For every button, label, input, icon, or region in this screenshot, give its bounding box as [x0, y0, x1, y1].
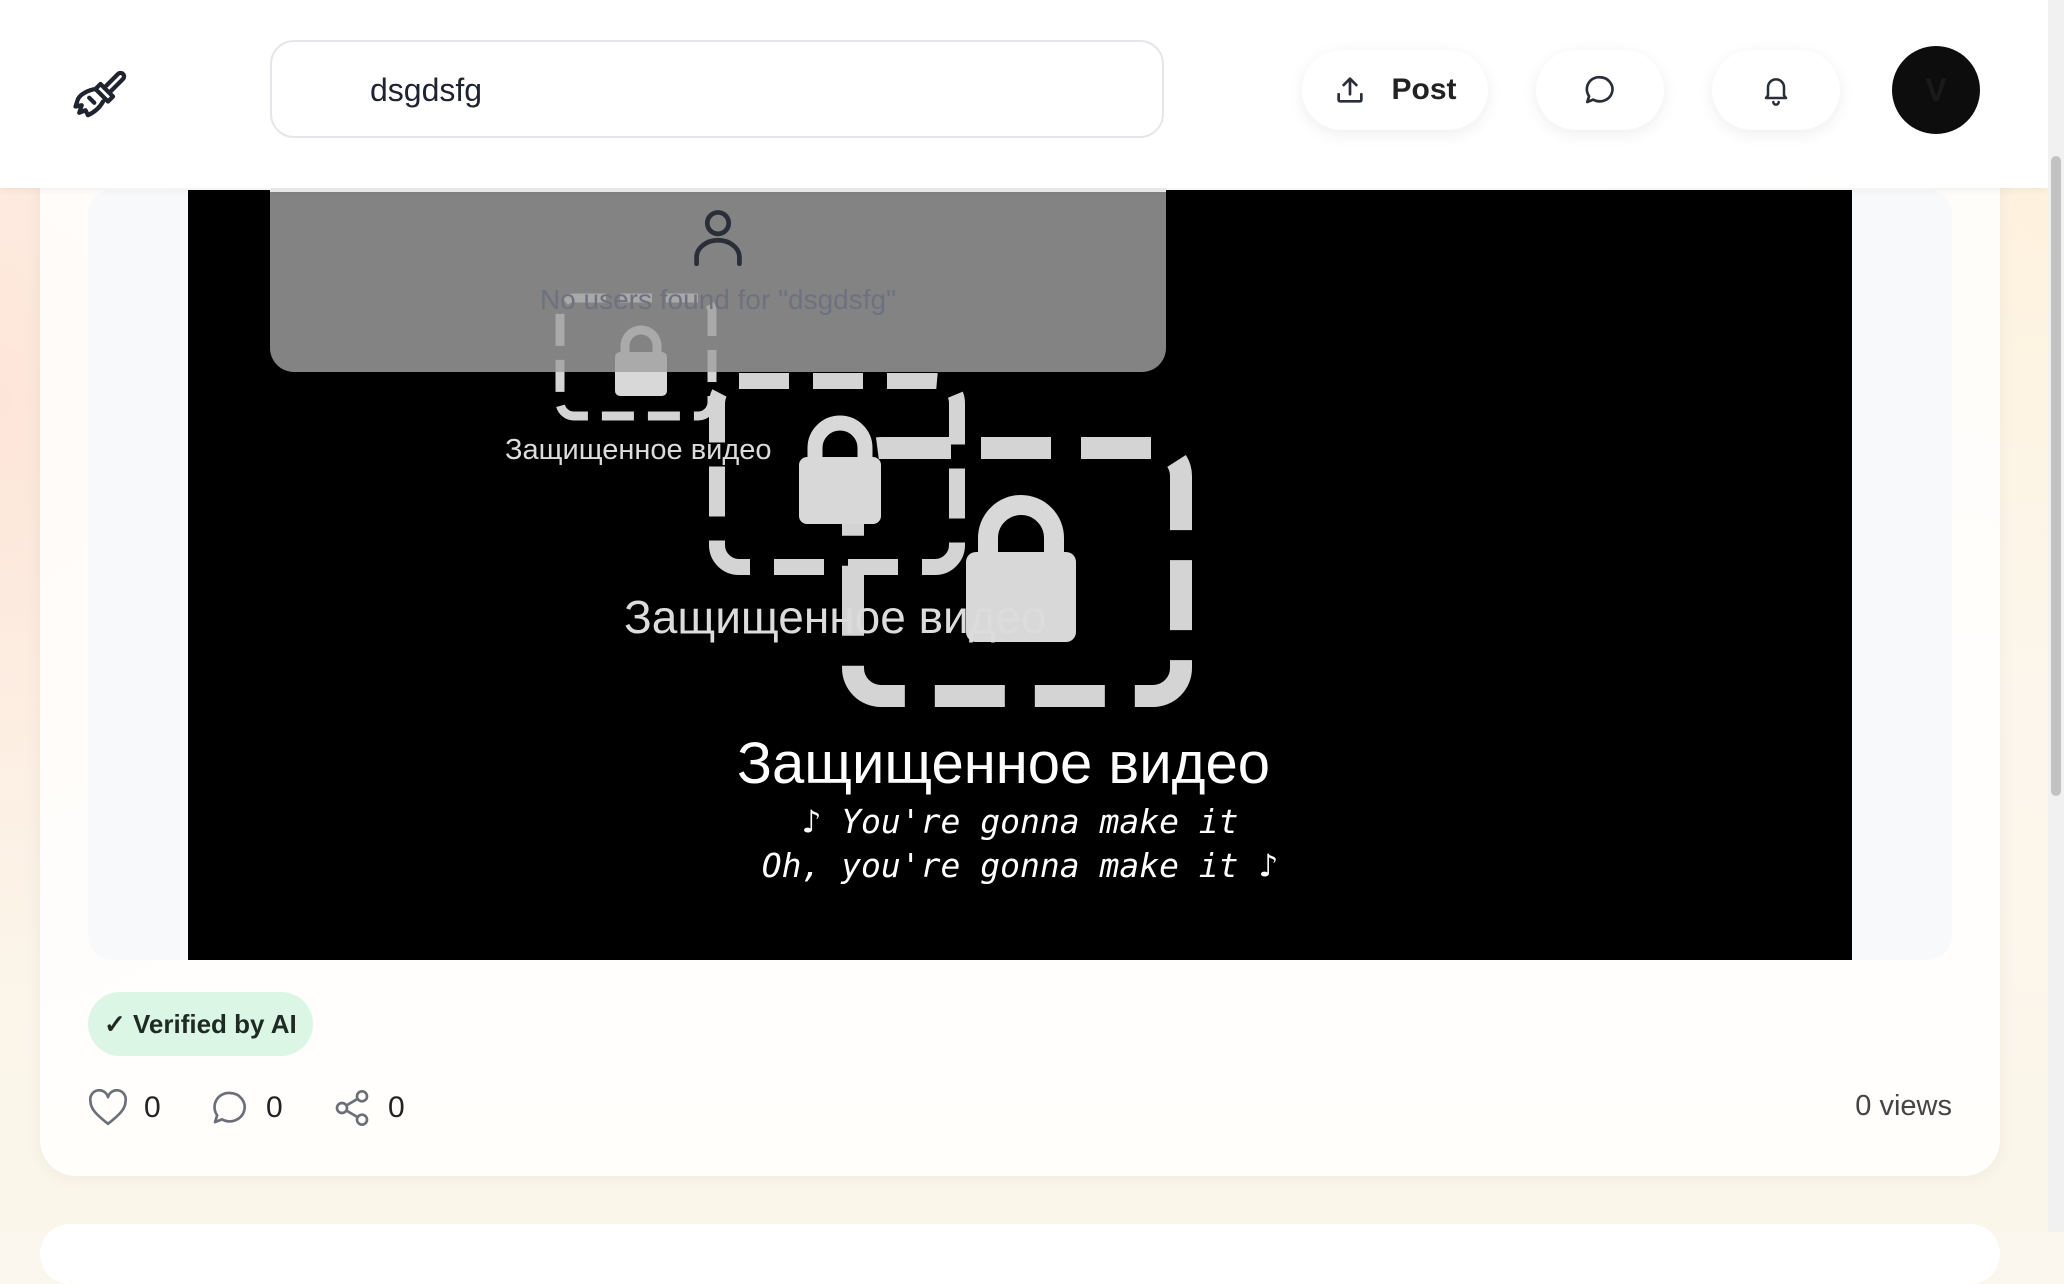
upload-icon [1337, 77, 1364, 103]
heart-icon [88, 1089, 128, 1126]
notifications-button[interactable] [1712, 50, 1840, 130]
like-button[interactable]: 0 [88, 1084, 161, 1132]
lock-icon [799, 415, 881, 524]
avatar[interactable]: V [1892, 46, 1980, 134]
share-count: 0 [388, 1091, 405, 1124]
post-button[interactable]: Post [1302, 50, 1488, 130]
view-count: 0 views [1855, 1090, 1952, 1122]
scrollbar-thumb[interactable] [2051, 156, 2061, 796]
paintbrush-icon[interactable] [68, 64, 128, 124]
subtitle-line-2: Oh, you're gonna make it ♪ [761, 846, 1279, 885]
share-icon [335, 1090, 369, 1126]
messages-button[interactable] [1536, 50, 1664, 130]
top-navigation-bar: Post V [0, 0, 2048, 188]
share-button[interactable]: 0 [332, 1084, 405, 1132]
verified-badge: ✓ Verified by AI [88, 992, 313, 1056]
search-box[interactable] [270, 40, 1164, 138]
comment-icon [213, 1091, 246, 1124]
next-post-card [40, 1224, 2000, 1284]
protected-video-label-medium: Защищенное видео [624, 591, 1047, 643]
protected-video-label-large: Защищенное видео [737, 731, 1270, 796]
search-results-dropdown: No users found for "dsgdsfg" [270, 156, 1166, 372]
chat-icon [1585, 75, 1614, 104]
search-input[interactable] [368, 64, 1132, 116]
post-button-label: Post [1391, 73, 1457, 106]
comment-button[interactable]: 0 [210, 1084, 283, 1132]
bell-icon [1764, 78, 1788, 106]
like-count: 0 [144, 1091, 161, 1124]
subtitle-line-1: ♪ You're gonna make it [801, 802, 1239, 841]
user-icon [694, 210, 742, 266]
comment-count: 0 [266, 1091, 283, 1124]
protected-video-label-small: Защищенное видео [505, 434, 772, 466]
no-results-message: No users found for "dsgdsfg" [539, 284, 897, 315]
